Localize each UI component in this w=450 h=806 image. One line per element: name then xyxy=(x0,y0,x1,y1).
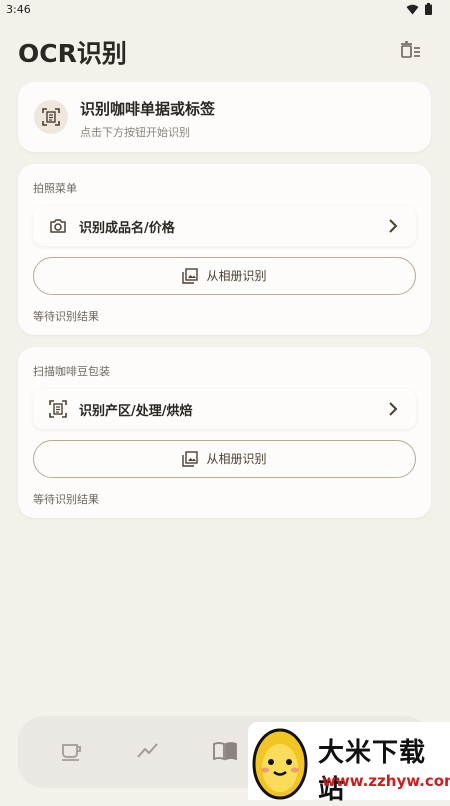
row-label: 识别产区/处理/烘焙 xyxy=(79,404,193,419)
watermark: 大米下载站 www.zzhyw.com xyxy=(248,722,450,805)
chevron-right-icon xyxy=(389,402,398,416)
section-label: 扫描咖啡豆包装 xyxy=(33,365,110,378)
button-label: 从相册识别 xyxy=(206,452,267,466)
gallery-icon xyxy=(182,267,199,284)
status-icons xyxy=(406,3,432,15)
intro-icon-badge xyxy=(34,100,68,134)
scan-document-icon xyxy=(42,108,60,126)
book-icon[interactable] xyxy=(212,738,238,764)
gallery-recognize-button[interactable]: 从相册识别 xyxy=(33,257,416,295)
recognize-product-price-row[interactable]: 识别成品名/价格 xyxy=(33,206,416,246)
watermark-title: 大米下载站 xyxy=(318,738,427,805)
intro-subtitle: 点击下方按钮开始识别 xyxy=(80,126,190,139)
gallery-icon xyxy=(182,450,199,467)
trend-chart-icon[interactable] xyxy=(135,738,161,764)
wifi-icon xyxy=(406,4,419,14)
row-label: 识别成品名/价格 xyxy=(79,221,175,236)
button-label: 从相册识别 xyxy=(206,269,267,283)
page-title: OCR识别 xyxy=(18,39,127,68)
menu-photo-card: 拍照菜单 识别成品名/价格 从相册识别 等待识别结果 xyxy=(18,164,431,335)
status-time: 3:46 xyxy=(6,3,31,16)
scan-document-icon xyxy=(49,400,67,418)
camera-icon xyxy=(50,219,66,233)
delete-list-icon[interactable] xyxy=(400,40,422,62)
chevron-right-icon xyxy=(389,219,398,233)
result-status: 等待识别结果 xyxy=(33,493,99,506)
intro-card: 识别咖啡单据或标签 点击下方按钮开始识别 xyxy=(18,82,431,152)
bean-package-card: 扫描咖啡豆包装 识别产区/处理/烘焙 从相册识别 等待识别结果 xyxy=(18,347,431,518)
intro-title: 识别咖啡单据或标签 xyxy=(80,100,216,118)
status-bar: 3:46 xyxy=(0,0,450,22)
section-label: 拍照菜单 xyxy=(33,182,77,195)
recognize-origin-process-roast-row[interactable]: 识别产区/处理/烘焙 xyxy=(33,389,416,429)
coffee-cup-icon[interactable] xyxy=(59,738,85,764)
gallery-recognize-button[interactable]: 从相册识别 xyxy=(33,440,416,478)
watermark-url: www.zzhyw.com xyxy=(322,772,450,790)
result-status: 等待识别结果 xyxy=(33,310,99,323)
rice-mascot-logo xyxy=(252,728,308,800)
battery-icon xyxy=(425,3,432,15)
